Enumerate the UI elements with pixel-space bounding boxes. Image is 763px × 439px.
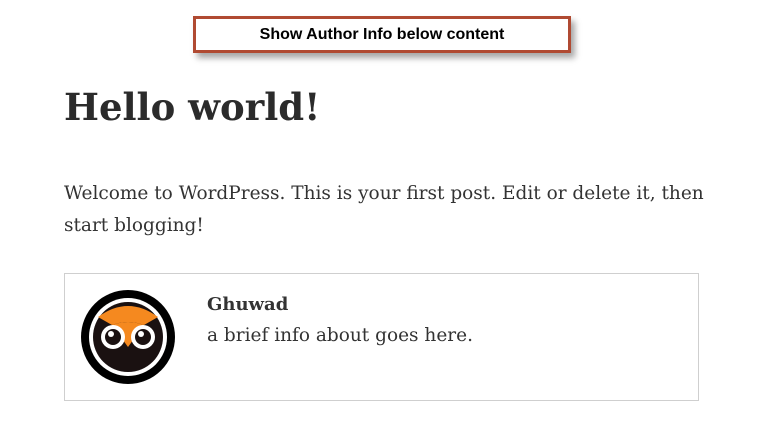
post-title[interactable]: Hello world! (64, 80, 320, 134)
post-content: Welcome to WordPress. This is your first… (64, 183, 704, 236)
annotation-callout-label: Show Author Info below content (259, 25, 505, 43)
annotation-callout: Show Author Info below content (193, 16, 571, 53)
author-info-box: Ghuwad a brief info about goes here. (64, 273, 699, 401)
author-bio: a brief info about goes here. (207, 325, 473, 346)
author-name: Ghuwad (207, 294, 289, 315)
owl-avatar-icon (81, 290, 175, 384)
